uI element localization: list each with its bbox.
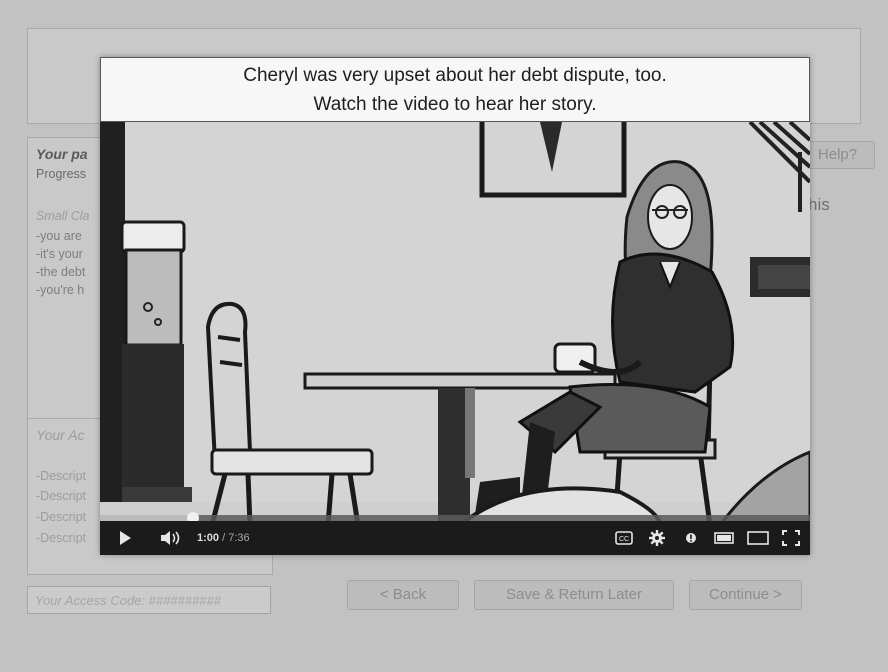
duration: / 7:36 — [222, 532, 250, 544]
account-description: -Descript — [36, 469, 87, 483]
video-scene-illustration — [100, 122, 810, 525]
your-path-title: Your pa — [36, 146, 88, 162]
access-code-placeholder: Your Access Code: ########## — [35, 593, 221, 608]
help-button[interactable]: Help? — [800, 141, 875, 169]
back-button[interactable]: < Back — [347, 580, 459, 610]
account-description: -Descript — [36, 531, 87, 545]
control-bar: 1:00 / 7:36 CC — [100, 521, 810, 555]
captions-icon[interactable]: CC — [612, 521, 636, 555]
video-frame[interactable] — [100, 122, 810, 525]
progress-label: Progress — [36, 167, 87, 181]
small-claims-label: Small Cla — [36, 209, 90, 223]
current-time: 1:00 — [197, 532, 220, 544]
caption-line-1: Cheryl was very upset about her debt dis… — [243, 65, 667, 86]
caption-line-2: Watch the video to hear her story. — [313, 94, 597, 115]
account-description: -Descript — [36, 489, 87, 503]
video-controls: 1:00 / 7:36 CC — [100, 512, 810, 555]
settings-icon[interactable] — [645, 521, 669, 555]
your-accounts-title: Your Ac — [36, 427, 85, 443]
annotations-icon[interactable] — [680, 521, 702, 555]
theater-mode-icon[interactable] — [745, 521, 771, 555]
path-line: -you are — [36, 229, 82, 243]
account-description: -Descript — [36, 510, 87, 524]
path-line: -the debt — [36, 265, 86, 279]
volume-icon[interactable] — [156, 521, 186, 555]
play-icon[interactable] — [112, 521, 138, 555]
background-heading-fragment: his — [808, 195, 830, 214]
fullscreen-icon[interactable] — [778, 521, 804, 555]
access-code-field[interactable]: Your Access Code: ########## — [27, 586, 271, 614]
path-line: -it's your — [36, 247, 83, 261]
save-return-later-button[interactable]: Save & Return Later — [474, 580, 674, 610]
path-line: -you're h — [36, 283, 85, 297]
time-display: 1:00 / 7:36 — [197, 521, 250, 555]
modal-caption: Cheryl was very upset about her debt dis… — [100, 57, 810, 122]
svg-text:CC: CC — [619, 536, 629, 543]
continue-button[interactable]: Continue > — [689, 580, 802, 610]
video-modal: Cheryl was very upset about her debt dis… — [100, 57, 810, 555]
small-player-icon[interactable] — [712, 521, 736, 555]
